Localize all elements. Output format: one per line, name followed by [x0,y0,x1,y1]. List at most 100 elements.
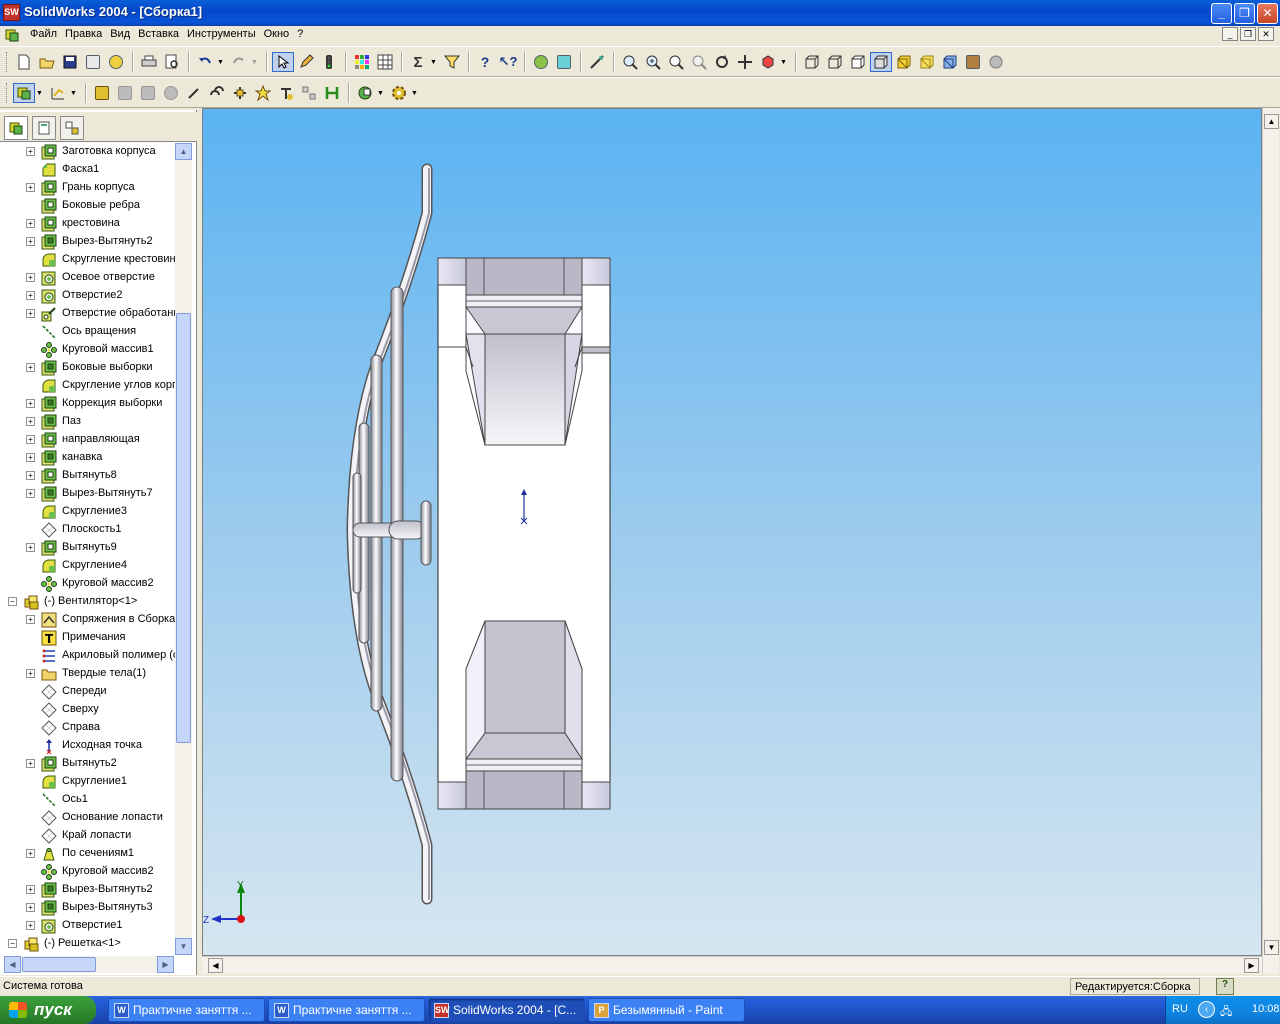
hide-show-component-icon[interactable] [114,83,136,103]
feature-tree-tab-icon[interactable] [4,116,28,140]
tree-item[interactable]: + Вырез-Вытянуть2 [0,881,175,899]
shadows-icon[interactable] [916,52,938,72]
section-view-icon[interactable] [939,52,961,72]
expand-plus-icon[interactable]: + [26,903,35,912]
expand-plus-icon[interactable]: + [26,921,35,930]
zoom-to-fit-icon[interactable] [619,52,641,72]
tree-item[interactable]: Справа [0,719,175,737]
edit-component-icon[interactable] [13,83,35,103]
collapse-minus-icon[interactable]: − [8,597,17,606]
tree-item[interactable]: Круговой массив1 [0,341,175,359]
minimize-button[interactable]: _ [1211,3,1232,24]
equations-dropdown-icon[interactable]: ▼ [430,59,438,66]
wireframe-icon[interactable] [801,52,823,72]
toolbar-grip[interactable] [6,52,9,72]
scroll-right-icon[interactable]: ▶ [1244,958,1259,973]
open-folder-icon[interactable] [36,52,58,72]
tree-item[interactable]: + Вырез-Вытянуть3 [0,899,175,917]
whats-this-help-icon[interactable]: ↖? [497,52,519,72]
menu-item[interactable]: ? [293,28,307,40]
hidden-lines-removed-icon[interactable] [847,52,869,72]
tree-item[interactable]: + крестовина [0,215,175,233]
menu-item[interactable]: Вставка [134,28,183,40]
tree-item[interactable]: + Осевое отверстие [0,269,175,287]
rotate-component-icon[interactable] [252,83,274,103]
doc-minimize-button[interactable]: _ [1222,27,1238,41]
grid-icon[interactable] [374,52,396,72]
tree-item[interactable]: Акриловый полимер (с [0,647,175,665]
scroll-right-icon[interactable]: ▶ [157,956,174,973]
restore-button[interactable]: ❐ [1234,3,1255,24]
tree-item[interactable]: Сверху [0,701,175,719]
shaded-with-edges-icon[interactable] [870,52,892,72]
tree-item[interactable]: Скругление крестовины [0,251,175,269]
change-suppression-icon[interactable] [137,83,159,103]
expand-plus-icon[interactable]: + [26,237,35,246]
help-icon[interactable]: ? [474,52,496,72]
undo-dropdown-icon[interactable]: ▼ [217,59,225,66]
view-orientation-icon[interactable] [757,52,779,72]
tree-item[interactable]: Скругление3 [0,503,175,521]
tree-item[interactable]: + Твердые тела(1) [0,665,175,683]
scroll-up-icon[interactable]: ▲ [175,143,192,160]
close-button[interactable]: ✕ [1257,3,1278,24]
expand-plus-icon[interactable]: + [26,363,35,372]
expand-plus-icon[interactable]: + [26,183,35,192]
pan-icon[interactable] [734,52,756,72]
tree-horizontal-scrollbar[interactable]: ◀ ▶ [4,956,174,973]
mate-icon[interactable] [206,83,228,103]
menu-item[interactable]: Окно [260,28,294,40]
tree-item[interactable]: Боковые ребра [0,197,175,215]
tree-item[interactable]: Ось вращения [0,323,175,341]
viewport-horizontal-scrollbar[interactable]: ◀ ▶ [202,956,1262,974]
settings-dropdown-icon[interactable]: ▼ [411,90,419,97]
sketch-pencil-icon[interactable] [295,52,317,72]
redo-dropdown-icon[interactable]: ▼ [251,59,259,66]
move-component-icon[interactable] [229,83,251,103]
tree-item[interactable]: T Примечания [0,629,175,647]
color-palette-icon[interactable] [351,52,373,72]
sketch-dropdown-icon[interactable]: ▼ [70,90,78,97]
tree-vertical-scrollbar[interactable]: ▲ ▼ [175,143,192,955]
scroll-up-icon[interactable]: ▲ [1264,114,1279,129]
smart-fasteners-icon[interactable] [275,83,297,103]
tree-item[interactable]: + Отверстие обработанное [0,305,175,323]
zoom-in-icon[interactable] [642,52,664,72]
measure-icon[interactable] [586,52,608,72]
tree-item[interactable]: Спереди [0,683,175,701]
assembly-model-view[interactable]: Y Z [203,109,1263,957]
tree-item[interactable]: + Паз [0,413,175,431]
graphics-viewport[interactable]: Y Z [202,108,1262,956]
tree-item[interactable]: Исходная точка [0,737,175,755]
menu-item[interactable]: Правка [61,28,106,40]
interference-detection-icon[interactable] [321,83,343,103]
scroll-left-icon[interactable]: ◀ [208,958,223,973]
doc-restore-button[interactable]: ❐ [1240,27,1256,41]
view-orientation-dropdown-icon[interactable]: ▼ [780,59,788,66]
scroll-thumb[interactable] [176,313,191,743]
tree-item[interactable]: + Грань корпуса [0,179,175,197]
zoom-out-icon[interactable] [688,52,710,72]
scroll-thumb[interactable] [22,957,96,972]
tree-item[interactable]: + Вытянуть8 [0,467,175,485]
language-indicator[interactable]: RU [1172,1003,1188,1015]
make-drawing-icon[interactable] [82,52,104,72]
zoom-to-area-icon[interactable] [665,52,687,72]
equations-sigma-icon[interactable]: Σ [407,52,429,72]
hidden-lines-visible-icon[interactable] [824,52,846,72]
status-help-icon[interactable]: ? [1216,978,1234,995]
expand-plus-icon[interactable]: + [26,399,35,408]
tree-item[interactable]: + Боковые выборки [0,359,175,377]
toolbar-grip[interactable] [6,83,9,103]
expand-plus-icon[interactable]: + [26,147,35,156]
exploded-view-icon[interactable] [298,83,320,103]
rebuild-traffic-light-icon[interactable] [318,52,340,72]
feature-icon[interactable] [354,83,376,103]
print-preview-icon[interactable] [161,52,183,72]
realview-icon[interactable] [962,52,984,72]
edit-component-dropdown-icon[interactable]: ▼ [36,90,44,97]
settings-gear-icon[interactable] [388,83,410,103]
expand-plus-icon[interactable]: + [26,453,35,462]
viewport-vertical-scrollbar[interactable]: ▲ ▼ [1262,108,1279,974]
tree-item[interactable]: − (-) Вентилятор<1> [0,593,175,611]
